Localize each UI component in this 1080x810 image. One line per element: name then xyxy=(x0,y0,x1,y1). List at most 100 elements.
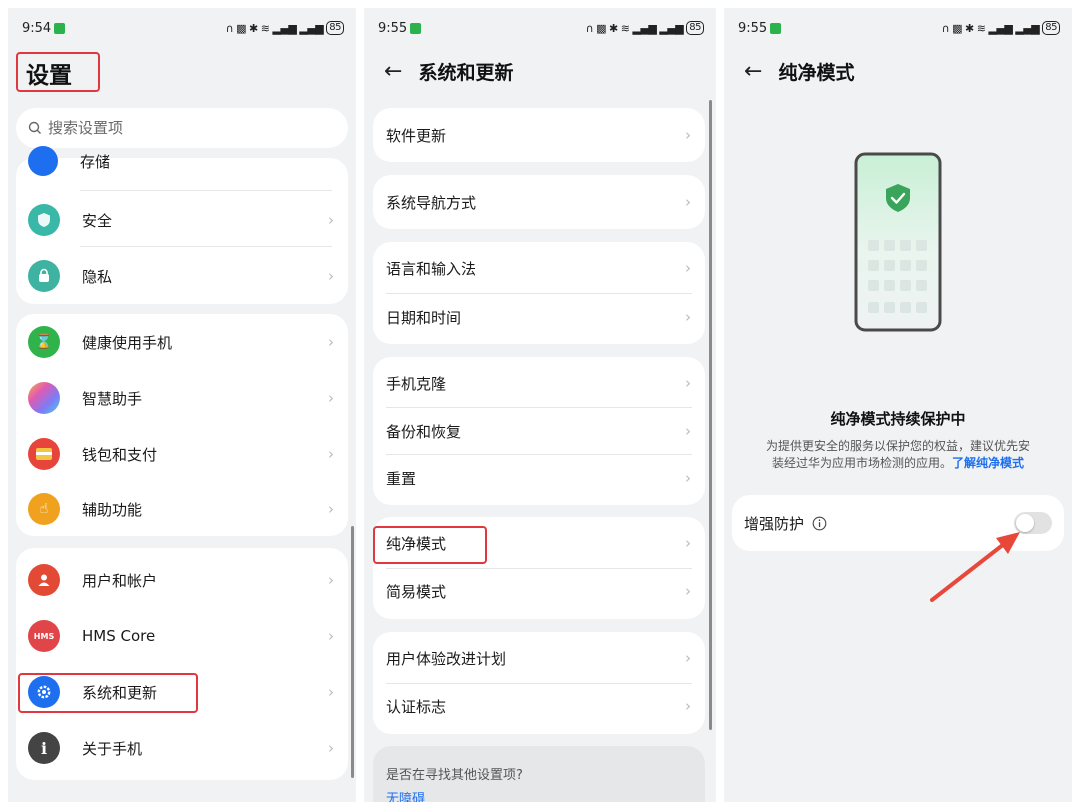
scrollbar[interactable] xyxy=(709,100,712,730)
signal-icon: ▂▄▆ xyxy=(272,21,297,35)
battery-icon: 85 xyxy=(1042,21,1060,35)
status-icons: ∩ ▩ ✱ ≋ ▂▄▆ ▂▄▆ 85 xyxy=(942,21,1060,35)
chevron-right-icon: › xyxy=(328,267,334,285)
nfc-icon: ▩ xyxy=(236,21,247,35)
settings-item-label: 备份和恢复 xyxy=(386,422,462,441)
settings-item-navigation[interactable]: 系统导航方式 › xyxy=(373,175,705,229)
settings-item-label: 语言和输入法 xyxy=(386,259,477,278)
info-icon: i xyxy=(28,732,60,764)
status-icons: ∩ ▩ ✱ ≋ ▂▄▆ ▂▄▆ 85 xyxy=(226,21,344,35)
settings-item-label: 存储 xyxy=(80,152,111,171)
chevron-right-icon: › xyxy=(328,627,334,645)
settings-item-certification[interactable]: 认证标志 › xyxy=(373,682,705,730)
back-arrow-icon[interactable]: ← xyxy=(384,59,402,84)
page-title: 设置 xyxy=(26,63,72,89)
suggestion-question: 是否在寻找其他设置项? xyxy=(386,768,523,783)
divider xyxy=(80,246,332,247)
settings-screen: 9:54 ∩ ▩ ✱ ≋ ▂▄▆ ▂▄▆ 85 设置 搜索设置项 存储 安全 ›… xyxy=(8,8,356,802)
back-arrow-icon[interactable]: ← xyxy=(744,59,762,84)
learn-more-link[interactable]: 了解纯净模式 xyxy=(952,456,1024,470)
settings-group-assist: ⌛ 健康使用手机 › 智慧助手 › 钱包和支付 › ☝ 辅助功能 › xyxy=(16,314,348,536)
divider xyxy=(80,190,332,191)
settings-item-security[interactable]: 安全 › xyxy=(16,192,348,248)
description-line-2: 装经过华为应用市场检测的应用。 xyxy=(771,456,952,470)
settings-item-wallet[interactable]: 钱包和支付 › xyxy=(16,426,348,482)
bluetooth-icon: ✱ xyxy=(965,21,974,35)
notification-icon xyxy=(770,22,782,34)
chevron-right-icon: › xyxy=(685,649,691,667)
settings-item-accounts[interactable]: 用户和帐户 › xyxy=(16,554,348,606)
settings-item-smart-assistant[interactable]: 智慧助手 › xyxy=(16,370,348,426)
search-bar[interactable] xyxy=(16,108,348,148)
settings-item-label: 系统导航方式 xyxy=(386,193,477,212)
search-input[interactable] xyxy=(48,119,318,137)
settings-item-label: 智慧助手 xyxy=(82,389,143,408)
settings-item-accessibility[interactable]: ☝ 辅助功能 › xyxy=(16,482,348,536)
settings-item-about-phone[interactable]: i 关于手机 › xyxy=(16,722,348,774)
settings-item-label: 认证标志 xyxy=(386,697,447,716)
settings-item-simple-mode[interactable]: 简易模式 › xyxy=(373,567,705,615)
settings-item-label: 增强防护 xyxy=(744,514,805,533)
page-title: 系统和更新 xyxy=(418,62,514,84)
phone-shield-illustration xyxy=(854,152,942,332)
settings-group-security: 存储 安全 › 隐私 › xyxy=(16,146,348,304)
nav-header: ← 系统和更新 xyxy=(384,58,513,85)
suggestion-link[interactable]: 无障碍 xyxy=(386,788,425,802)
settings-item-language-input[interactable]: 语言和输入法 › xyxy=(373,242,705,294)
settings-item-ux-program[interactable]: 用户体验改进计划 › xyxy=(373,634,705,682)
settings-item-hms-core[interactable]: HMS HMS Core › xyxy=(16,610,348,662)
info-icon[interactable] xyxy=(812,516,827,531)
settings-item-label: 用户和帐户 xyxy=(82,571,158,590)
wifi-icon: ≋ xyxy=(260,21,270,35)
status-time: 9:54 xyxy=(22,20,52,36)
chevron-right-icon: › xyxy=(328,445,334,463)
signal-icon-2: ▂▄▆ xyxy=(659,21,684,35)
scrollbar[interactable] xyxy=(351,526,354,778)
settings-item-label: 手机克隆 xyxy=(386,374,447,393)
bluetooth-icon: ✱ xyxy=(609,21,618,35)
chevron-right-icon: › xyxy=(328,333,334,351)
chevron-right-icon: › xyxy=(685,422,691,440)
settings-item-label: 关于手机 xyxy=(82,739,143,758)
settings-item-phone-clone[interactable]: 手机克隆 › xyxy=(373,359,705,407)
status-time: 9:55 xyxy=(378,20,408,36)
status-bar: 9:54 ∩ ▩ ✱ ≋ ▂▄▆ ▂▄▆ 85 xyxy=(22,18,344,38)
nfc-icon: ▩ xyxy=(596,21,607,35)
privacy-lock-icon xyxy=(28,260,60,292)
user-icon xyxy=(28,564,60,596)
search-icon xyxy=(28,121,41,134)
settings-item-digital-balance[interactable]: ⌛ 健康使用手机 › xyxy=(16,314,348,370)
settings-item-label: 辅助功能 xyxy=(82,500,143,519)
status-bar: 9:55 ∩ ▩ ✱ ≋ ▂▄▆ ▂▄▆ 85 xyxy=(378,18,704,38)
settings-item-label: 安全 xyxy=(82,211,113,230)
settings-item-storage[interactable]: 存储 xyxy=(16,144,348,178)
settings-item-backup-restore[interactable]: 备份和恢复 › xyxy=(373,407,705,455)
settings-item-label: 隐私 xyxy=(82,267,113,286)
chevron-right-icon: › xyxy=(685,374,691,392)
settings-item-label: 日期和时间 xyxy=(386,308,462,327)
headphone-icon: ∩ xyxy=(941,21,950,35)
settings-item-label: 健康使用手机 xyxy=(82,333,173,352)
chevron-right-icon: › xyxy=(685,582,691,600)
signal-icon-2: ▂▄▆ xyxy=(299,21,324,35)
status-bar: 9:55 ∩ ▩ ✱ ≋ ▂▄▆ ▂▄▆ 85 xyxy=(738,18,1060,38)
settings-item-software-update[interactable]: 软件更新 › xyxy=(373,108,705,162)
signal-icon-2: ▂▄▆ xyxy=(1015,21,1040,35)
hourglass-icon: ⌛ xyxy=(28,326,60,358)
signal-icon: ▂▄▆ xyxy=(988,21,1013,35)
settings-item-date-time[interactable]: 日期和时间 › xyxy=(373,292,705,342)
settings-item-label: 钱包和支付 xyxy=(82,445,158,464)
settings-item-privacy[interactable]: 隐私 › xyxy=(16,248,348,304)
chevron-right-icon: › xyxy=(328,389,334,407)
settings-item-label: 软件更新 xyxy=(386,126,447,145)
assistant-orb-icon xyxy=(28,382,60,414)
notification-icon xyxy=(410,22,422,34)
settings-item-label: 重置 xyxy=(386,469,417,488)
shield-icon xyxy=(28,204,60,236)
settings-item-reset[interactable]: 重置 › xyxy=(373,454,705,502)
settings-group-system: 用户和帐户 › HMS HMS Core › 系统和更新 › i 关于手机 › xyxy=(16,548,348,780)
suggestion-card: 是否在寻找其他设置项? 无障碍 xyxy=(373,746,705,802)
wifi-icon: ≋ xyxy=(620,21,630,35)
battery-icon: 85 xyxy=(686,21,704,35)
storage-icon xyxy=(28,146,58,176)
